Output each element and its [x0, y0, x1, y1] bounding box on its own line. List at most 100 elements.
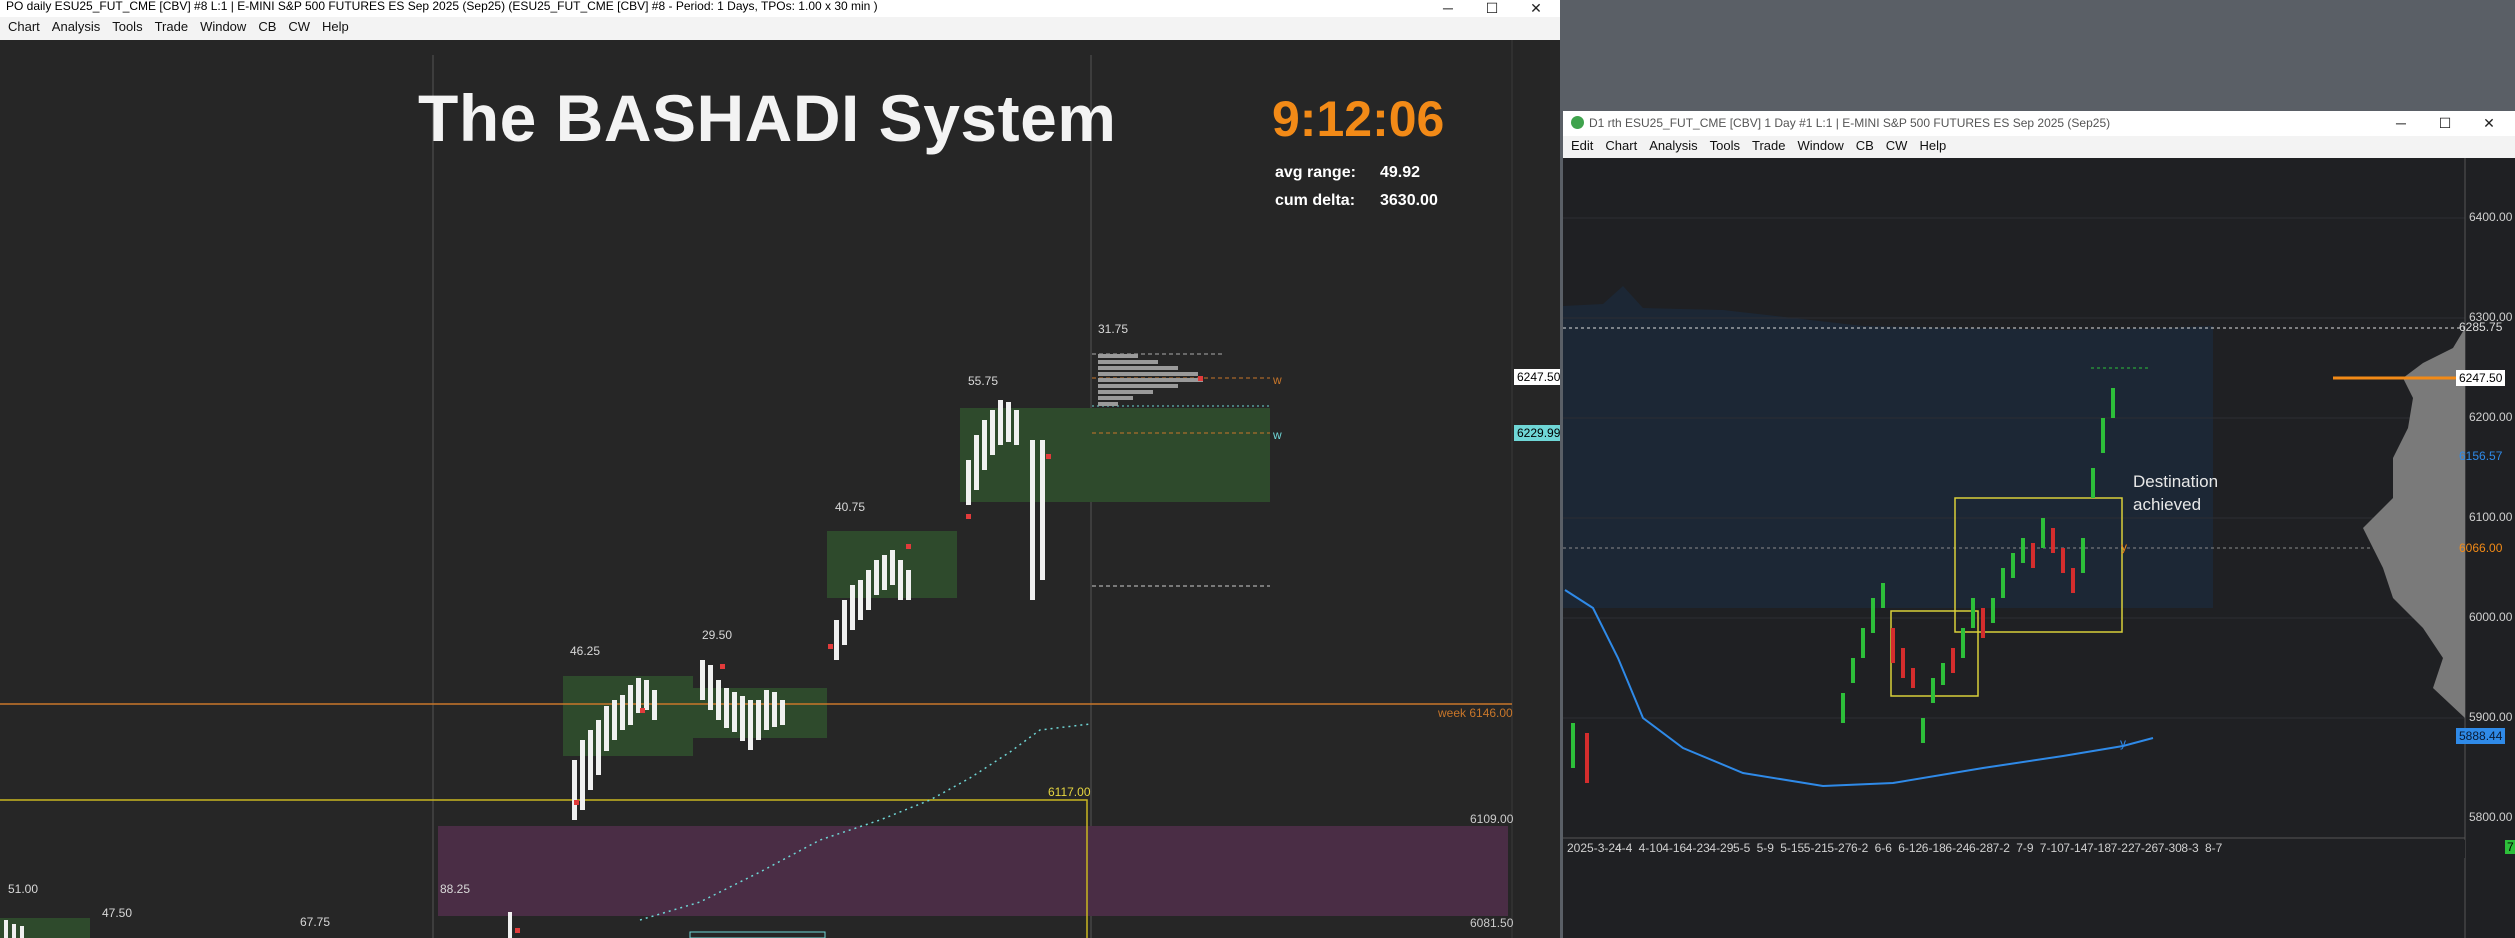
menu-cw[interactable]: CW — [282, 17, 316, 37]
cum-delta-label: cum delta: — [1275, 192, 1356, 209]
y-axis-tick: 6000.00 — [2469, 610, 2513, 624]
right-title-bar: D1 rth ESU25_FUT_CME [CBV] 1 Day #1 L:1 … — [1563, 111, 2515, 136]
date-tick: 7-22 — [2110, 841, 2135, 855]
menu-trade[interactable]: Trade — [149, 17, 194, 37]
y-axis-tick: 5800.00 — [2469, 810, 2513, 824]
daily-chart-graphics — [1563, 158, 2466, 938]
menu-cw[interactable]: CW — [1880, 136, 1914, 156]
y-axis-tick: 5900.00 — [2469, 710, 2513, 724]
cum-delta-value: 3630.00 — [1380, 192, 1438, 209]
date-tick: 8-7 — [2205, 841, 2223, 855]
tpo-columns — [572, 400, 1045, 820]
menu-tools[interactable]: Tools — [106, 17, 148, 37]
profile-range-label: 40.75 — [835, 500, 866, 514]
right-chart-window: D1 rth ESU25_FUT_CME [CBV] 1 Day #1 L:1 … — [1563, 111, 2515, 938]
profile-range-label: 47.50 — [102, 906, 133, 920]
date-tick: 5-27 — [1827, 841, 1852, 855]
menu-trade[interactable]: Trade — [1746, 136, 1791, 156]
date-tick: 7-26 — [2134, 841, 2159, 855]
profile-range-label: 29.50 — [702, 628, 733, 642]
date-tick: 4-16 — [1662, 841, 1687, 855]
y-marker: y — [2120, 736, 2126, 750]
date-tick: 6-6 — [1874, 841, 1892, 855]
date-axis: 2025-3-24 4-4 4-10 4-16 4-23 4-29 5-5 5-9 5-15 5-… — [1563, 840, 2465, 858]
date-tick: 4-23 — [1685, 841, 1710, 855]
menu-analysis[interactable]: Analysis — [46, 17, 106, 37]
left-title-bar: PO daily ESU25_FUT_CME [CBV] #8 L:1 | E-… — [0, 0, 1560, 17]
purple-zone — [438, 826, 1508, 916]
level-6117-label: 6117.00 — [1048, 785, 1091, 799]
price-tag-6285: 6285.75 — [2459, 320, 2503, 334]
date-tick: 6-18 — [1921, 841, 1946, 855]
avg-range-label: avg range: — [1275, 164, 1356, 181]
profile-range-label: 67.75 — [300, 915, 331, 929]
menu-analysis[interactable]: Analysis — [1643, 136, 1703, 156]
date-tick: 4-4 — [1615, 841, 1633, 855]
week-level-label: week 6146.00 — [1438, 706, 1513, 720]
y-axis-tick: 6400.00 — [2469, 210, 2513, 224]
price-tag-5888: 5888.44 — [2456, 728, 2506, 744]
menu-chart[interactable]: Chart — [1599, 136, 1643, 156]
date-tick: 6-2 — [1851, 841, 1869, 855]
date-tick: 6-28 — [1969, 841, 1994, 855]
date-tick: 7-10 — [2039, 841, 2064, 855]
y-axis-tick: 6100.00 — [2469, 510, 2513, 524]
date-tick: 5-21 — [1803, 841, 1828, 855]
profile-range-label: 88.25 — [440, 882, 471, 896]
level-6081-label: 6081.50 — [1470, 916, 1514, 930]
right-window-title: D1 rth ESU25_FUT_CME [CBV] 1 Day #1 L:1 … — [1589, 116, 2111, 130]
date-tick: 5-15 — [1780, 841, 1805, 855]
date-tick: 2025-3-24 — [1567, 841, 1622, 855]
date-tick: 6-12 — [1898, 841, 1923, 855]
date-tick: 5-5 — [1733, 841, 1751, 855]
minimize-button[interactable]: ─ — [2377, 115, 2425, 131]
menu-tools[interactable]: Tools — [1704, 136, 1746, 156]
left-menu-bar: Chart Analysis Tools Trade Window CB CW Help — [0, 17, 1560, 40]
menu-cb[interactable]: CB — [1850, 136, 1880, 156]
date-tick: 5-9 — [1756, 841, 1774, 855]
w-marker: w — [1273, 373, 1282, 387]
y-axis-tick: 6200.00 — [2469, 410, 2513, 424]
profile-range-label: 55.75 — [968, 374, 999, 388]
price-tag-6247: 6247.50 — [1514, 369, 1560, 385]
minimize-button[interactable]: ─ — [1424, 0, 1472, 16]
daily-chart-area[interactable]: Destination achieved y y 6400.00 6300.00… — [1563, 158, 2515, 938]
profile-range-label: 46.25 — [570, 644, 601, 658]
destination-annotation: Destination achieved — [2133, 472, 2219, 514]
menu-window[interactable]: Window — [194, 17, 252, 37]
date-tick: 8-3 — [2181, 841, 2199, 855]
date-tick: 6-24 — [1945, 841, 1970, 855]
tpo-chart-area[interactable]: The BASHADI System 9:12:06 avg range: 49… — [0, 40, 1560, 938]
date-tick: 7-9 — [2016, 841, 2034, 855]
globe-icon — [1571, 116, 1584, 129]
profile-range-label: 31.75 — [1098, 322, 1129, 336]
maximize-button[interactable]: ☐ — [1468, 0, 1516, 17]
menu-help[interactable]: Help — [316, 17, 355, 37]
profile-range-label: 51.00 — [8, 882, 39, 896]
avg-range-value: 49.92 — [1380, 164, 1421, 181]
menu-window[interactable]: Window — [1791, 136, 1849, 156]
current-profile — [1098, 354, 1203, 406]
price-tag-6229: 6229.99 — [1514, 425, 1560, 441]
date-tick: 7-18 — [2087, 841, 2112, 855]
date-tick: 4-10 — [1638, 841, 1663, 855]
date-tick: 7-14 — [2063, 841, 2088, 855]
menu-edit[interactable]: Edit — [1565, 136, 1599, 156]
date-tick: 7-2 — [1992, 841, 2010, 855]
left-window-title: PO daily ESU25_FUT_CME [CBV] #8 L:1 | E-… — [6, 0, 878, 13]
left-chart-window: PO daily ESU25_FUT_CME [CBV] #8 L:1 | E-… — [0, 0, 1560, 938]
clock-display: 9:12:06 — [1272, 91, 1445, 147]
level-6109-label: 6109.00 — [1470, 812, 1514, 826]
menu-help[interactable]: Help — [1913, 136, 1952, 156]
corner-marker: 7 — [2505, 840, 2515, 854]
date-tick: 4-29 — [1709, 841, 1734, 855]
close-button[interactable]: ✕ — [1512, 0, 1560, 17]
close-button[interactable]: ✕ — [2465, 115, 2513, 132]
menu-chart[interactable]: Chart — [2, 17, 46, 37]
right-menu-bar: Edit Chart Analysis Tools Trade Window CB CW Hel… — [1563, 136, 2515, 158]
maximize-button[interactable]: ☐ — [2421, 115, 2469, 132]
system-title: The BASHADI System — [418, 81, 1117, 155]
date-tick: 7-30 — [2157, 841, 2182, 855]
menu-cb[interactable]: CB — [252, 17, 282, 37]
price-tag-6156: 6156.57 — [2459, 449, 2503, 463]
